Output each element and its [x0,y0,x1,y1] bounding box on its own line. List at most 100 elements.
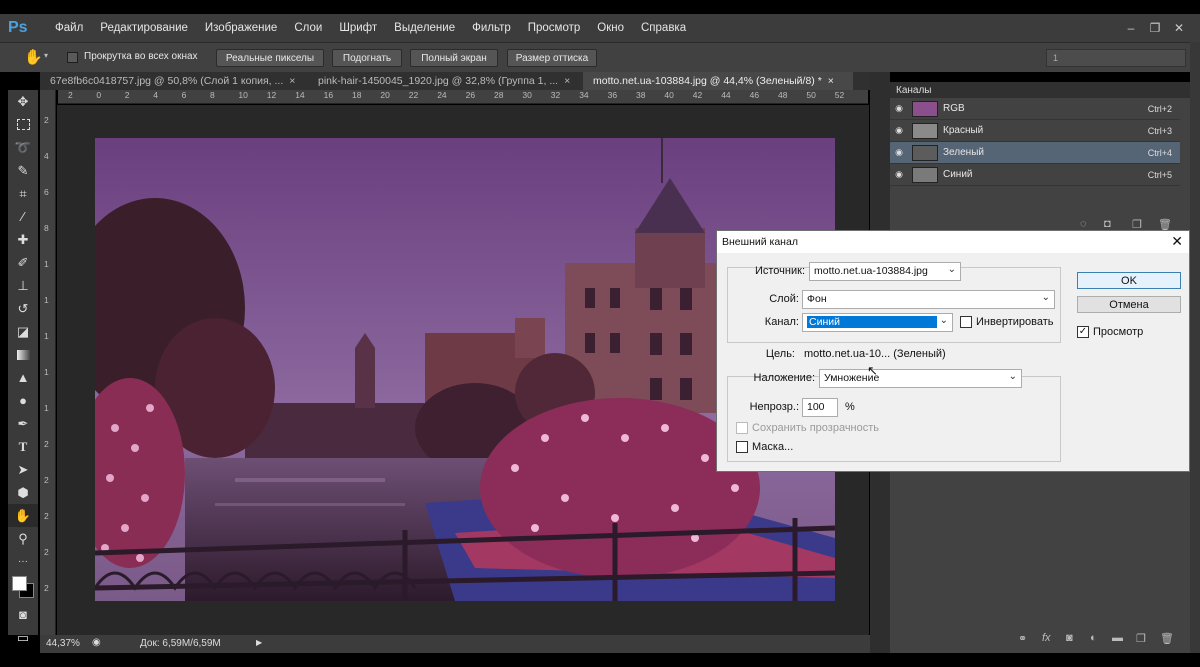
invert-checkbox[interactable] [960,316,972,328]
eyedropper-tool-icon[interactable]: ⁄ [8,205,38,228]
fill-screen-button[interactable]: Полный экран [410,49,498,67]
link-layers-icon[interactable]: ⚭ [1018,632,1027,645]
channel-row-rgb[interactable]: ◉ RGB Ctrl+2 [890,98,1180,120]
menu-filter[interactable]: Фильтр [472,22,511,34]
source-select[interactable]: motto.net.ua-103884.jpg ⌄ [809,262,961,281]
ruler-tick-label: 2 [44,583,49,593]
marquee-tool-icon[interactable] [8,113,38,136]
ruler-tick-label: 28 [494,90,504,100]
scroll-all-checkbox[interactable] [67,52,78,63]
menu-edit[interactable]: Редактирование [100,22,188,34]
color-swatches[interactable] [8,573,38,603]
ruler-tick-label: 1 [44,295,49,305]
menu-layers[interactable]: Слои [294,22,322,34]
screen-mode-icon[interactable]: ▭ [8,626,38,649]
blur-tool-icon[interactable]: ▲ [8,366,38,389]
move-tool-icon[interactable]: ✥ [8,90,38,113]
visibility-eye-icon[interactable]: ◉ [890,147,908,158]
minimize-icon[interactable]: – [1122,21,1140,35]
close-window-icon[interactable]: ✕ [1170,21,1188,35]
zoom-tool-icon[interactable]: ⚲ [8,527,38,550]
visibility-eye-icon[interactable]: ◉ [890,103,908,114]
menu-view[interactable]: Просмотр [528,22,581,34]
opacity-input[interactable]: 100 [802,398,838,417]
eraser-tool-icon[interactable]: ◪ [8,320,38,343]
cancel-button[interactable]: Отмена [1077,296,1181,313]
shape-tool-icon[interactable]: ⬢ [8,481,38,504]
ruler-tick-label: 1 [44,367,49,377]
menu-file[interactable]: Файл [55,22,83,34]
tab-document-1[interactable]: 67e8fb6c0418757.jpg @ 50,8% (Слой 1 копи… [40,72,305,90]
extra-tools-icon[interactable]: ··· [8,550,38,573]
zoom-level[interactable]: 44,37% [46,638,80,649]
menu-help[interactable]: Справка [641,22,686,34]
blending-select[interactable]: Умножение ⌄ [819,369,1022,388]
layer-select[interactable]: Фон ⌄ [802,290,1055,309]
quick-mask-icon[interactable]: ◙ [8,603,38,626]
visibility-eye-icon[interactable]: ◉ [890,125,908,136]
status-menu-arrow-icon[interactable]: ▶ [256,638,262,647]
preview-checkbox[interactable]: ✓ [1077,326,1089,338]
menu-type[interactable]: Шрифт [339,22,377,34]
workspace-field[interactable]: 1 [1046,49,1186,67]
tab-close-icon[interactable]: × [564,75,570,87]
healing-brush-tool-icon[interactable]: ✚ [8,228,38,251]
restore-icon[interactable]: ❐ [1146,21,1164,35]
ruler-tick-label: 44 [721,90,731,100]
pen-tool-icon[interactable]: ✒ [8,412,38,435]
quick-select-tool-icon[interactable]: ✎ [8,159,38,182]
ruler-tick-label: 42 [692,90,703,100]
print-size-button[interactable]: Размер оттиска [507,49,597,67]
menu-image[interactable]: Изображение [205,22,277,34]
hand-tool-icon[interactable]: ✋ [8,504,38,527]
save-selection-icon[interactable]: ◘ [1104,218,1111,230]
crop-tool-icon[interactable]: ⌗ [8,182,38,205]
horizontal-ruler: 2 0 2 4 6 8 10 12 14 16 18 20 22 24 26 28 30 32 34 36 38 40 42… [58,90,868,104]
visibility-eye-icon[interactable]: ◉ [890,169,908,180]
tool-preset-arrow-icon[interactable]: ▾ [44,51,48,60]
channel-row-green[interactable]: ◉ Зеленый Ctrl+4 [890,142,1180,164]
status-info-icon[interactable]: ◉ [92,637,101,648]
tab-document-3[interactable]: motto.net.ua-103884.jpg @ 44,4% (Зеленый… [583,72,853,90]
close-icon[interactable]: ✕ [1171,233,1183,250]
channel-row-red[interactable]: ◉ Красный Ctrl+3 [890,120,1180,142]
tab-close-icon[interactable]: × [828,75,834,87]
history-brush-tool-icon[interactable]: ↺ [8,297,38,320]
new-layer-icon[interactable]: ❐ [1136,632,1146,645]
type-tool-icon[interactable]: T [8,435,38,458]
actual-pixels-button[interactable]: Реальные пикселы [216,49,324,67]
mask-checkbox[interactable] [736,441,748,453]
lasso-tool-icon[interactable]: ➰ [8,136,38,159]
channel-select[interactable]: Синий ⌄ [802,313,953,332]
ruler-tick-label: 6 [44,187,49,197]
blending-label: Наложение: [753,372,815,384]
foreground-color-swatch[interactable] [12,576,27,591]
tab-document-2[interactable]: pink-hair-1450045_1920.jpg @ 32,8% (Груп… [308,72,583,90]
channels-panel-title[interactable]: Каналы [890,82,1190,98]
clone-stamp-tool-icon[interactable]: ⊥ [8,274,38,297]
new-group-icon[interactable]: ▬ [1112,632,1123,644]
menu-window[interactable]: Окно [597,22,624,34]
channel-name: Зеленый [943,147,984,158]
ruler-tick-label: 30 [522,90,532,100]
chevron-down-icon: ⌄ [947,264,956,275]
channel-thumbnail [912,100,938,117]
tab-close-icon[interactable]: × [289,75,295,87]
adjustment-layer-icon[interactable]: ◐ [1090,632,1097,644]
load-selection-icon[interactable]: ◌ [1080,218,1087,230]
ok-button[interactable]: OK [1077,272,1181,289]
panel-scrollbar[interactable] [1190,42,1200,653]
gradient-tool-icon[interactable] [8,343,38,366]
ruler-tick-label: 0 [96,90,102,100]
hand-tool-icon[interactable]: ✋ [24,48,43,66]
brush-tool-icon[interactable]: ✐ [8,251,38,274]
delete-layer-icon[interactable]: 🗑 [1160,632,1174,645]
menu-select[interactable]: Выделение [394,22,455,34]
dodge-tool-icon[interactable]: ● [8,389,38,412]
path-select-tool-icon[interactable]: ➤ [8,458,38,481]
channel-row-blue[interactable]: ◉ Синий Ctrl+5 [890,164,1180,186]
add-mask-icon[interactable]: ◙ [1066,632,1073,644]
layer-style-icon[interactable]: fx [1042,632,1051,644]
fit-screen-button[interactable]: Подогнать [332,49,402,67]
ruler-tick-label: 18 [352,90,362,100]
